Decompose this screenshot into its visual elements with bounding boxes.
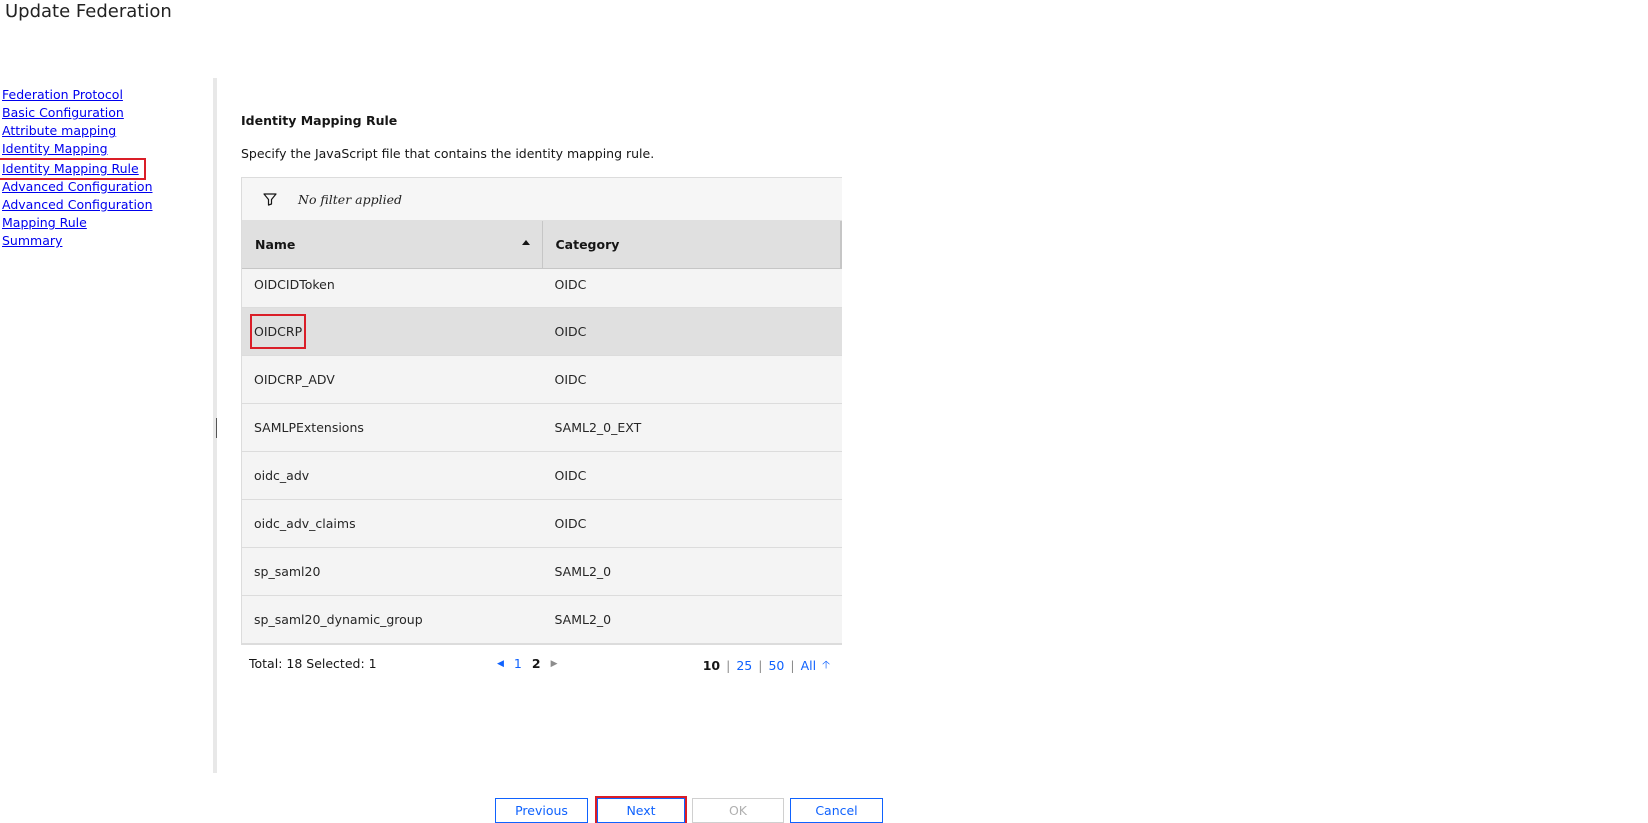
arrow-up-icon[interactable]: 🡡 [822,656,830,675]
next-page-icon: ▶ [550,658,558,669]
page-size-10: 10 [702,658,721,673]
column-header-category[interactable]: Category [543,221,842,268]
cell-category: OIDC [554,324,587,339]
selection-status: Total: 18 Selected: 1 [249,656,377,671]
cell-name-wrapper: OIDCRP [242,308,543,355]
page-size-50[interactable]: 50 [768,658,784,673]
nav-item-federation-protocol[interactable]: Federation Protocol [0,86,200,104]
cell-category: OIDC [554,372,587,387]
cell-category: OIDC [554,277,587,292]
cell-name: OIDCRP [249,314,307,349]
page-title: Update Federation [5,1,172,22]
grid-body: OIDCIDToken OIDC OIDCRP OIDC OIDCRP_ADV … [242,269,842,644]
cell-name: sp_saml20_dynamic_group [254,612,423,627]
cell-category: SAML2_0_EXT [554,420,642,435]
mapping-rule-grid: No filter applied Name Category OIDCIDTo… [241,177,842,645]
page-size-25[interactable]: 25 [736,658,752,673]
previous-button[interactable]: Previous [495,798,588,823]
nav-item-advanced-configuration-mapping-rule[interactable]: Advanced Configuration Mapping Rule [0,196,200,232]
cell-category: SAML2_0 [554,564,612,579]
page-size-all[interactable]: All [801,658,817,673]
filter-icon[interactable] [262,191,278,207]
nav-item-advanced-configuration[interactable]: Advanced Configuration [0,178,200,196]
nav-item-identity-mapping[interactable]: Identity Mapping [0,140,200,158]
table-row[interactable]: OIDCRP_ADV OIDC [242,356,842,404]
cell-category: SAML2_0 [554,612,612,627]
cell-name: SAMLPExtensions [254,420,364,435]
grid-footer: Total: 18 Selected: 1 ◀ 1 2 ▶ 10 | 25 | … [241,650,842,676]
table-row[interactable]: SAMLPExtensions SAML2_0_EXT [242,404,842,452]
cell-name: oidc_adv [254,468,310,483]
section-heading: Identity Mapping Rule [241,113,398,128]
page-link-2: 2 [531,656,541,671]
column-header-name-label: Name [255,237,296,252]
page-link-1[interactable]: 1 [514,656,522,671]
cell-category: OIDC [554,516,587,531]
section-description: Specify the JavaScript file that contain… [241,146,655,161]
separator: | [790,658,795,673]
page-size-selector: 10 | 25 | 50 | All 🡡 [703,656,830,675]
filter-bar: No filter applied [242,178,842,221]
separator: | [726,658,731,673]
cell-name: OIDCRP_ADV [254,372,335,387]
pagination: ◀ 1 2 ▶ [497,656,558,671]
nav-item-attribute-mapping[interactable]: Attribute mapping [0,122,200,140]
cell-category: OIDC [554,468,587,483]
column-header-category-label: Category [555,237,620,252]
next-button[interactable]: Next [595,796,687,823]
column-header-name[interactable]: Name [242,221,543,268]
cell-name: oidc_adv_claims [254,516,356,531]
table-row[interactable]: OIDCIDToken OIDC [242,269,842,308]
cell-name: sp_saml20 [254,564,321,579]
cell-name: OIDCIDToken [254,277,335,292]
nav-item-basic-configuration[interactable]: Basic Configuration [0,104,200,122]
filter-status-text: No filter applied [298,191,402,207]
wizard-nav: Federation Protocol Basic Configuration … [0,86,205,250]
ok-button: OK [692,798,784,823]
grid-header: Name Category [242,221,842,269]
nav-item-identity-mapping-rule[interactable]: Identity Mapping Rule [0,158,146,180]
table-row[interactable]: sp_saml20 SAML2_0 [242,548,842,596]
pane-splitter-handle[interactable] [216,418,217,438]
nav-item-summary[interactable]: Summary [0,232,200,250]
table-row[interactable]: oidc_adv OIDC [242,452,842,500]
cancel-button[interactable]: Cancel [790,798,883,823]
table-row[interactable]: oidc_adv_claims OIDC [242,500,842,548]
previous-page-icon[interactable]: ◀ [497,659,504,669]
table-row-selected[interactable]: OIDCRP OIDC [242,308,842,356]
sort-ascending-icon [521,240,530,245]
table-row[interactable]: sp_saml20_dynamic_group SAML2_0 [242,596,842,644]
separator: | [758,658,763,673]
